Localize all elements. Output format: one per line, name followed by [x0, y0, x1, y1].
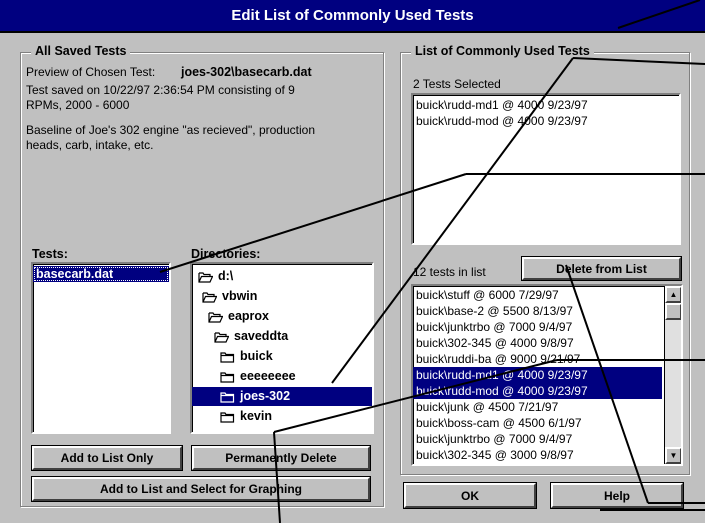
- selected-count-text: 2 Tests Selected: [413, 77, 501, 91]
- list-count-text: 12 tests in list: [413, 265, 486, 279]
- add-to-list-only-button[interactable]: Add to List Only: [31, 445, 183, 471]
- folder-open-icon: [202, 291, 222, 303]
- folder-icon: [220, 351, 240, 363]
- folder-open-icon: [198, 271, 218, 283]
- help-button[interactable]: Help: [550, 482, 684, 509]
- common-test-item[interactable]: buick\base-2 @ 5500 8/13/97: [413, 303, 662, 319]
- selected-test-item[interactable]: buick\rudd-md1 @ 4000 9/23/97: [413, 97, 679, 113]
- directory-item[interactable]: eeeeeeee: [220, 367, 372, 386]
- folder-icon: [220, 371, 240, 383]
- dialog-title-bar[interactable]: Edit List of Commonly Used Tests: [0, 0, 705, 33]
- directory-label: d:\: [218, 269, 234, 283]
- directory-label: eeeeeeee: [240, 369, 296, 383]
- test-description-line1: Baseline of Joe's 302 engine "as recieve…: [26, 123, 315, 137]
- common-test-item[interactable]: buick\302-345 @ 3000 9/8/97: [413, 447, 662, 463]
- directory-item[interactable]: kevin: [220, 407, 372, 426]
- directory-item[interactable]: vbwin: [202, 287, 372, 306]
- delete-from-list-button[interactable]: Delete from List: [521, 256, 682, 281]
- saved-info-line1: Test saved on 10/22/97 2:36:54 PM consis…: [26, 83, 295, 97]
- common-test-item[interactable]: buick\ruddi-ba @ 9000 9/21/97: [413, 351, 662, 367]
- directories-listbox[interactable]: d:\ vbwin eaprox saveddta buick eeeeeeee joes-…: [190, 262, 374, 434]
- tests-label: Tests:: [32, 247, 68, 261]
- selected-test-item[interactable]: buick\rudd-mod @ 4000 9/23/97: [413, 113, 679, 129]
- selected-tests-listbox[interactable]: buick\rudd-md1 @ 4000 9/23/97 buick\rudd-…: [411, 93, 681, 245]
- directory-label: eaprox: [228, 309, 269, 323]
- directories-label: Directories:: [191, 247, 261, 261]
- folder-open-icon: [214, 331, 234, 343]
- all-saved-tests-title: All Saved Tests: [31, 44, 131, 58]
- common-test-item[interactable]: buick\junktrbo @ 7000 9/4/97: [413, 319, 662, 335]
- common-tests-listbox[interactable]: buick\stuff @ 6000 7/29/97 buick\base-2 @…: [411, 284, 683, 466]
- edit-tests-dialog: Edit List of Commonly Used Tests All Sav…: [0, 0, 705, 523]
- list-scrollbar[interactable]: ▲ ▼: [664, 286, 681, 464]
- directory-item[interactable]: saveddta: [214, 327, 372, 346]
- directory-item[interactable]: eaprox: [208, 307, 372, 326]
- dialog-title: Edit List of Commonly Used Tests: [231, 7, 474, 24]
- add-and-select-for-graphing-button[interactable]: Add to List and Select for Graphing: [31, 476, 371, 502]
- scroll-down-arrow-icon[interactable]: ▼: [665, 447, 681, 464]
- directory-label: buick: [240, 349, 273, 363]
- folder-icon: [220, 411, 240, 423]
- scroll-up-arrow-icon[interactable]: ▲: [665, 286, 681, 303]
- common-test-item[interactable]: buick\junktrbo @ 7000 9/4/97: [413, 431, 662, 447]
- folder-icon: [220, 391, 240, 403]
- common-test-item[interactable]: buick\rudd-md1 @ 4000 9/23/97: [413, 367, 662, 383]
- preview-test-name: joes-302\basecarb.dat: [181, 65, 312, 79]
- ok-button[interactable]: OK: [403, 482, 537, 509]
- directory-label: kevin: [240, 409, 272, 423]
- preview-prefix: Preview of Chosen Test:: [26, 65, 156, 79]
- saved-info-line2: RPMs, 2000 - 6000: [26, 98, 130, 112]
- common-test-item[interactable]: buick\junk @ 4500 7/21/97: [413, 399, 662, 415]
- directory-label: joes-302: [240, 389, 291, 403]
- tests-listbox[interactable]: basecarb.dat: [31, 262, 171, 434]
- test-description-line2: heads, carb, intake, etc.: [26, 138, 154, 152]
- common-test-item[interactable]: buick\boss-cam @ 4500 6/1/97: [413, 415, 662, 431]
- directory-item[interactable]: buick: [220, 347, 372, 366]
- common-test-item[interactable]: buick\rudd-mod @ 4000 9/23/97: [413, 383, 662, 399]
- folder-open-icon: [208, 311, 228, 323]
- directory-label: vbwin: [222, 289, 258, 303]
- directory-item[interactable]: joes-302: [192, 387, 372, 406]
- test-file-item[interactable]: basecarb.dat: [33, 266, 169, 282]
- common-test-item[interactable]: buick\302-345 @ 4000 9/8/97: [413, 335, 662, 351]
- common-tests-title: List of Commonly Used Tests: [411, 44, 594, 58]
- directory-label: saveddta: [234, 329, 289, 343]
- directory-item[interactable]: d:\: [198, 267, 372, 286]
- permanently-delete-button[interactable]: Permanently Delete: [191, 445, 371, 471]
- scroll-thumb[interactable]: [665, 303, 681, 320]
- common-test-item[interactable]: buick\stuff @ 6000 7/29/97: [413, 287, 662, 303]
